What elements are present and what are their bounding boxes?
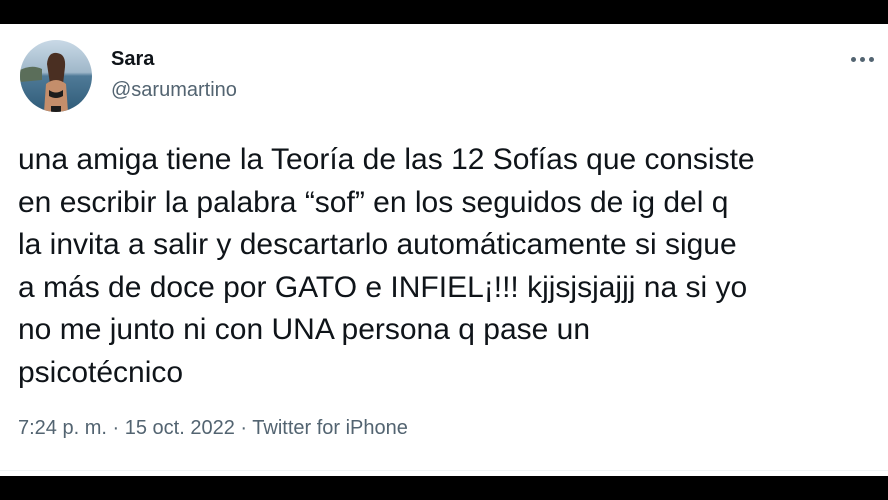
more-horizontal-icon [868, 56, 874, 62]
tweet-time-link[interactable]: 7:24 p. m. [18, 417, 107, 439]
screenshot-frame: Sara @sarumartino una amiga tiene la Teo… [0, 0, 888, 500]
more-horizontal-icon [859, 56, 865, 62]
tweet-card: Sara @sarumartino una amiga tiene la Teo… [0, 24, 888, 476]
tweet-metadata: 7:24 p. m. · 15 oct. 2022 · Twitter for … [18, 417, 408, 440]
tweet-source-link[interactable]: Twitter for iPhone [252, 417, 408, 439]
tweet-text-line: no me junto ni con UNA persona q pase un [18, 313, 591, 346]
meta-separator: · [240, 417, 248, 439]
more-horizontal-icon [850, 56, 856, 62]
more-options-button[interactable] [844, 48, 880, 70]
tweet-text-line: la invita a salir y descartarlo automáti… [18, 228, 737, 261]
author-handle[interactable]: @sarumartino [111, 79, 237, 102]
tweet-text-line: en escribir la palabra “sof” en los segu… [18, 185, 729, 219]
author-name[interactable]: Sara [111, 48, 154, 71]
tweet-text: una amiga tiene la Teoría de las 12 Sofí… [18, 139, 880, 394]
tweet-text-line: una amiga tiene la Teoría de las 12 Sofí… [18, 143, 755, 176]
avatar[interactable] [20, 40, 92, 112]
tweet-date-link[interactable]: 15 oct. 2022 [125, 417, 235, 439]
meta-separator: · [112, 417, 120, 439]
tweet-text-line: psicotécnico [18, 355, 184, 389]
divider [0, 470, 888, 471]
tweet-text-line: a más de doce por GATO e INFIEL¡!!! kjjs… [18, 270, 748, 304]
avatar-photo [20, 40, 92, 112]
